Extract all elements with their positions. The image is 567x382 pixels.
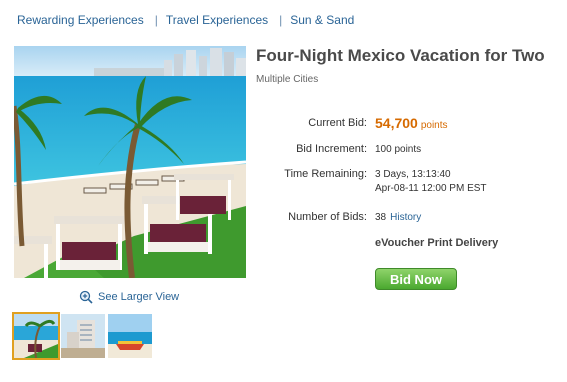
number-of-bids-value: 38 History bbox=[375, 212, 421, 223]
time-remaining-label: Time Remaining: bbox=[284, 168, 367, 180]
breadcrumb-rewarding-experiences[interactable]: Rewarding Experiences bbox=[17, 13, 144, 27]
breadcrumb-separator: | bbox=[154, 13, 158, 27]
history-link[interactable]: History bbox=[390, 212, 421, 223]
number-of-bids-label: Number of Bids: bbox=[288, 211, 367, 223]
bid-increment-value: 100 points bbox=[375, 144, 422, 155]
time-remaining-countdown: 3 Days, 13:13:40 bbox=[375, 169, 451, 180]
auction-end-datetime: Apr-08-11 12:00 PM EST bbox=[375, 183, 487, 194]
delivery-method: eVoucher Print Delivery bbox=[375, 237, 499, 249]
see-larger-view-label: See Larger View bbox=[98, 291, 180, 303]
breadcrumb-separator: | bbox=[279, 13, 283, 27]
current-bid-unit: points bbox=[420, 120, 448, 131]
product-title: Four-Night Mexico Vacation for Two bbox=[256, 46, 545, 65]
main-product-photo[interactable] bbox=[14, 46, 246, 278]
current-bid-value: 54,700 points bbox=[375, 115, 448, 133]
breadcrumb-sun-sand[interactable]: Sun & Sand bbox=[290, 13, 354, 27]
breadcrumb: Rewarding Experiences | Travel Experiences… bbox=[17, 13, 354, 27]
thumbnail-beach-cabanas[interactable] bbox=[12, 312, 60, 360]
thumbnail-beach-boat[interactable] bbox=[108, 314, 152, 358]
zoom-icon bbox=[79, 290, 93, 304]
breadcrumb-travel-experiences[interactable]: Travel Experiences bbox=[166, 13, 268, 27]
product-location: Multiple Cities bbox=[256, 74, 319, 85]
thumbnail-strip bbox=[12, 312, 152, 360]
thumbnail-hotel-tower[interactable] bbox=[61, 314, 105, 358]
current-bid-amount: 54,700 bbox=[375, 115, 418, 131]
bid-increment-label: Bid Increment: bbox=[296, 143, 367, 155]
bid-now-button[interactable]: Bid Now bbox=[375, 268, 457, 290]
bid-count: 38 bbox=[375, 212, 387, 223]
current-bid-label: Current Bid: bbox=[308, 117, 367, 129]
see-larger-view-link[interactable]: See Larger View bbox=[79, 290, 179, 304]
